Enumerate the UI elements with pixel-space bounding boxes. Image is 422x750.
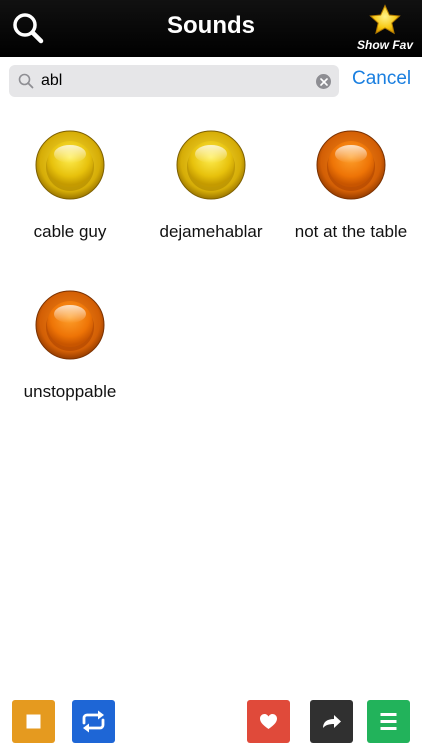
sound-item-dejamehablar[interactable]: dejamehablar [141, 130, 281, 260]
sound-item-cable-guy[interactable]: cable guy [0, 130, 140, 260]
clear-icon [319, 77, 328, 86]
share-arrow-icon [323, 715, 341, 728]
clear-search-button[interactable] [316, 74, 331, 89]
cancel-button[interactable]: Cancel [352, 68, 411, 90]
heart-icon [260, 714, 277, 729]
menu-icon [380, 713, 397, 730]
orange-sound-button-icon [35, 290, 105, 360]
repeat-button[interactable] [72, 700, 115, 743]
sound-label: dejamehablar [159, 222, 263, 241]
yellow-sound-button-icon [176, 130, 246, 200]
stop-icon [26, 714, 41, 729]
magnifier-icon [18, 73, 34, 89]
orange-sound-button-icon [316, 130, 386, 200]
show-favorites-button[interactable]: Show Fav [354, 4, 416, 54]
yellow-sound-button-icon [35, 130, 105, 200]
menu-button[interactable] [367, 700, 410, 743]
search-input[interactable] [41, 69, 311, 93]
sound-label: unstoppable [23, 382, 117, 401]
top-nav-bar: Sounds Show Fav [0, 0, 422, 57]
share-button[interactable] [310, 700, 353, 743]
favorite-button[interactable] [247, 700, 290, 743]
stop-button[interactable] [12, 700, 55, 743]
sound-label: not at the table [294, 222, 408, 241]
sound-item-not-at-the-table[interactable]: not at the table [281, 130, 421, 260]
repeat-icon [82, 710, 105, 733]
search-field [9, 65, 339, 97]
sound-label: cable guy [33, 222, 107, 241]
sound-item-unstoppable[interactable]: unstoppable [0, 290, 140, 420]
show-fav-label: Show Fav [356, 38, 413, 52]
star-icon [369, 4, 401, 35]
